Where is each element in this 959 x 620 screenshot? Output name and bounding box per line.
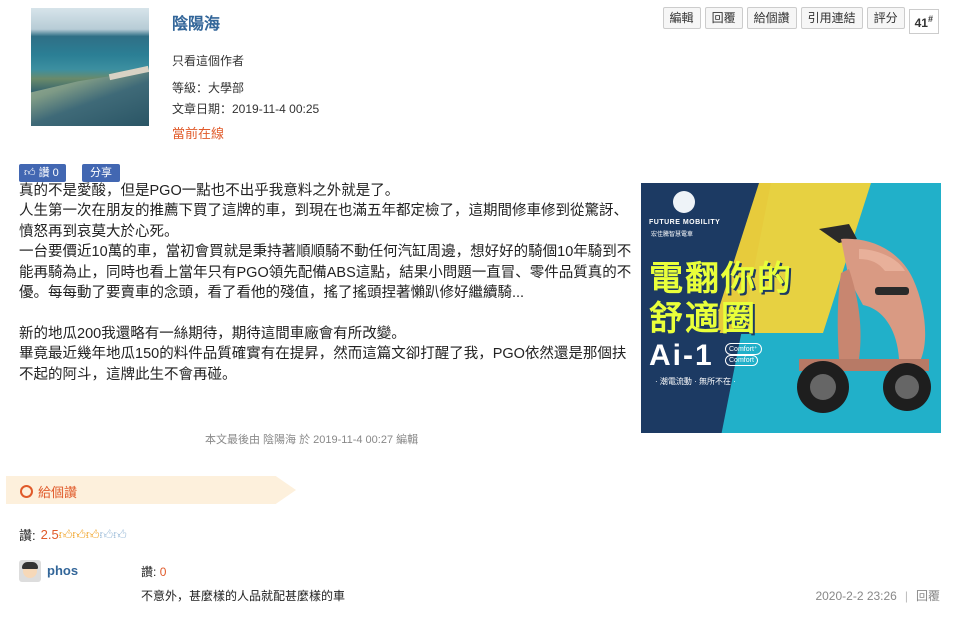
comment-text: 不意外，甚麼樣的人品就配甚麼樣的車 xyxy=(141,589,346,603)
score-label: 讚: xyxy=(19,528,36,543)
quote-link-button[interactable]: 引用連結 xyxy=(800,7,863,29)
ad-comfort-plus: Comfort⁺ xyxy=(725,343,762,355)
fb-like-button[interactable]: 👍︎ 讚 0 xyxy=(19,164,66,182)
post-date: 文章日期：2019-11-4 00:25 xyxy=(172,102,320,116)
ad-tagline: · 潮電流動 · 無所不在 · xyxy=(655,377,736,386)
avatar-hair xyxy=(22,562,38,569)
thumb-rating-icon: 👍︎ xyxy=(99,526,114,542)
commenter-avatar[interactable] xyxy=(19,560,41,582)
circle-icon xyxy=(20,485,33,498)
score-row: 讚: 2.5 👍︎👍︎👍︎👍︎👍︎ xyxy=(19,525,127,544)
post-toolbar: 編輯 回覆 給個讚 引用連結 評分 41# xyxy=(662,7,939,34)
post-content: 真的不是愛酸，但是PGO一點也不出乎我意料之外就是了。 人生第一次在朋友的推薦下… xyxy=(19,181,634,385)
thumb-rating-icon: 👍︎ xyxy=(72,526,86,542)
edited-note: 本文最後由 陰陽海 於 2019-11-4 00:27 編輯 xyxy=(205,434,419,446)
thumbs-up-icon: 👍︎ xyxy=(24,167,36,179)
author-level: 等級：大學部 xyxy=(172,81,245,95)
edit-button[interactable]: 編輯 xyxy=(662,7,701,29)
comment-meta: 2020-2-2 23:26 | 回覆 xyxy=(815,587,940,604)
comment-time: 2020-2-2 23:26 xyxy=(815,589,897,603)
ad-model: Ai-1 xyxy=(649,339,714,372)
floor-number-value: 41 xyxy=(914,16,928,30)
ad-brand-sub: 宏佳騰智慧電車 xyxy=(651,232,694,238)
thumb-rating-icon: 👍︎ xyxy=(58,526,73,542)
comment-score: 讚: 0 xyxy=(141,563,166,580)
post-paragraph: 新的地瓜200我還略有一絲期待，期待這間車廠會有所改變。 xyxy=(19,325,406,342)
ad-comfort: Comfort xyxy=(725,355,758,366)
score-value: 2.5 xyxy=(40,527,59,542)
avatar-landscape xyxy=(31,70,149,126)
thumb-rating-icon: 👍︎ xyxy=(113,526,127,542)
author-avatar[interactable] xyxy=(31,8,149,126)
post-paragraph: 真的不是愛酸，但是PGO一點也不出乎我意料之外就是了。 xyxy=(19,183,400,199)
comment-reply-link[interactable]: 回覆 xyxy=(916,589,940,603)
ad-headline-line2: 舒適圈 xyxy=(649,300,757,338)
fb-like-label: 讚 0 xyxy=(38,167,59,179)
post-paragraph: 一台要價近10萬的車，當初會買就是秉持著順順騎不動任何汽缸周邊，想好好的騎個10… xyxy=(19,244,632,302)
rating-thumbs: 👍︎👍︎👍︎👍︎👍︎ xyxy=(59,527,127,543)
online-status: 當前在線 xyxy=(172,126,225,141)
separator: | xyxy=(904,589,908,603)
commenter-name[interactable]: phos xyxy=(47,563,78,578)
rate-button[interactable]: 評分 xyxy=(866,7,905,29)
thumb-rating-icon: 👍︎ xyxy=(85,526,100,542)
ad-banner[interactable]: FUTURE MOBILITY 宏佳騰智慧電車 電翻你的 舒適圈 Ai-1 Co… xyxy=(641,183,941,433)
ad-brand: FUTURE MOBILITY xyxy=(649,219,721,226)
floor-mark: # xyxy=(927,14,933,24)
floor-number[interactable]: 41# xyxy=(908,9,939,34)
give-like-label[interactable]: 給個讚 xyxy=(20,482,77,501)
comment-score-value: 0 xyxy=(159,565,167,579)
ad-headline: 電翻你的 舒適圈 xyxy=(649,259,793,339)
post-paragraph: 人生第一次在朋友的推薦下買了這牌的車，到現在也滿五年都定檢了，這期間修車修到從驚… xyxy=(19,203,628,240)
reply-button[interactable]: 回覆 xyxy=(704,7,743,29)
view-only-author-link[interactable]: 只看這個作者 xyxy=(172,52,244,69)
give-like-button[interactable]: 給個讚 xyxy=(746,7,797,29)
give-like-text: 給個讚 xyxy=(38,485,78,500)
fb-share-button[interactable]: 分享 xyxy=(82,164,120,182)
ad-headline-line1: 電翻你的 xyxy=(649,260,793,298)
scooter-image xyxy=(797,224,931,413)
post-paragraph: 畢竟最近幾年地瓜150的料件品質確實有在提昇，然而這篇文卻打醒了我，PGO依然還… xyxy=(19,346,627,383)
comment-score-label: 讚: xyxy=(141,565,157,579)
brand-logo-icon xyxy=(673,191,695,213)
author-name[interactable]: 陰陽海 xyxy=(172,10,220,34)
